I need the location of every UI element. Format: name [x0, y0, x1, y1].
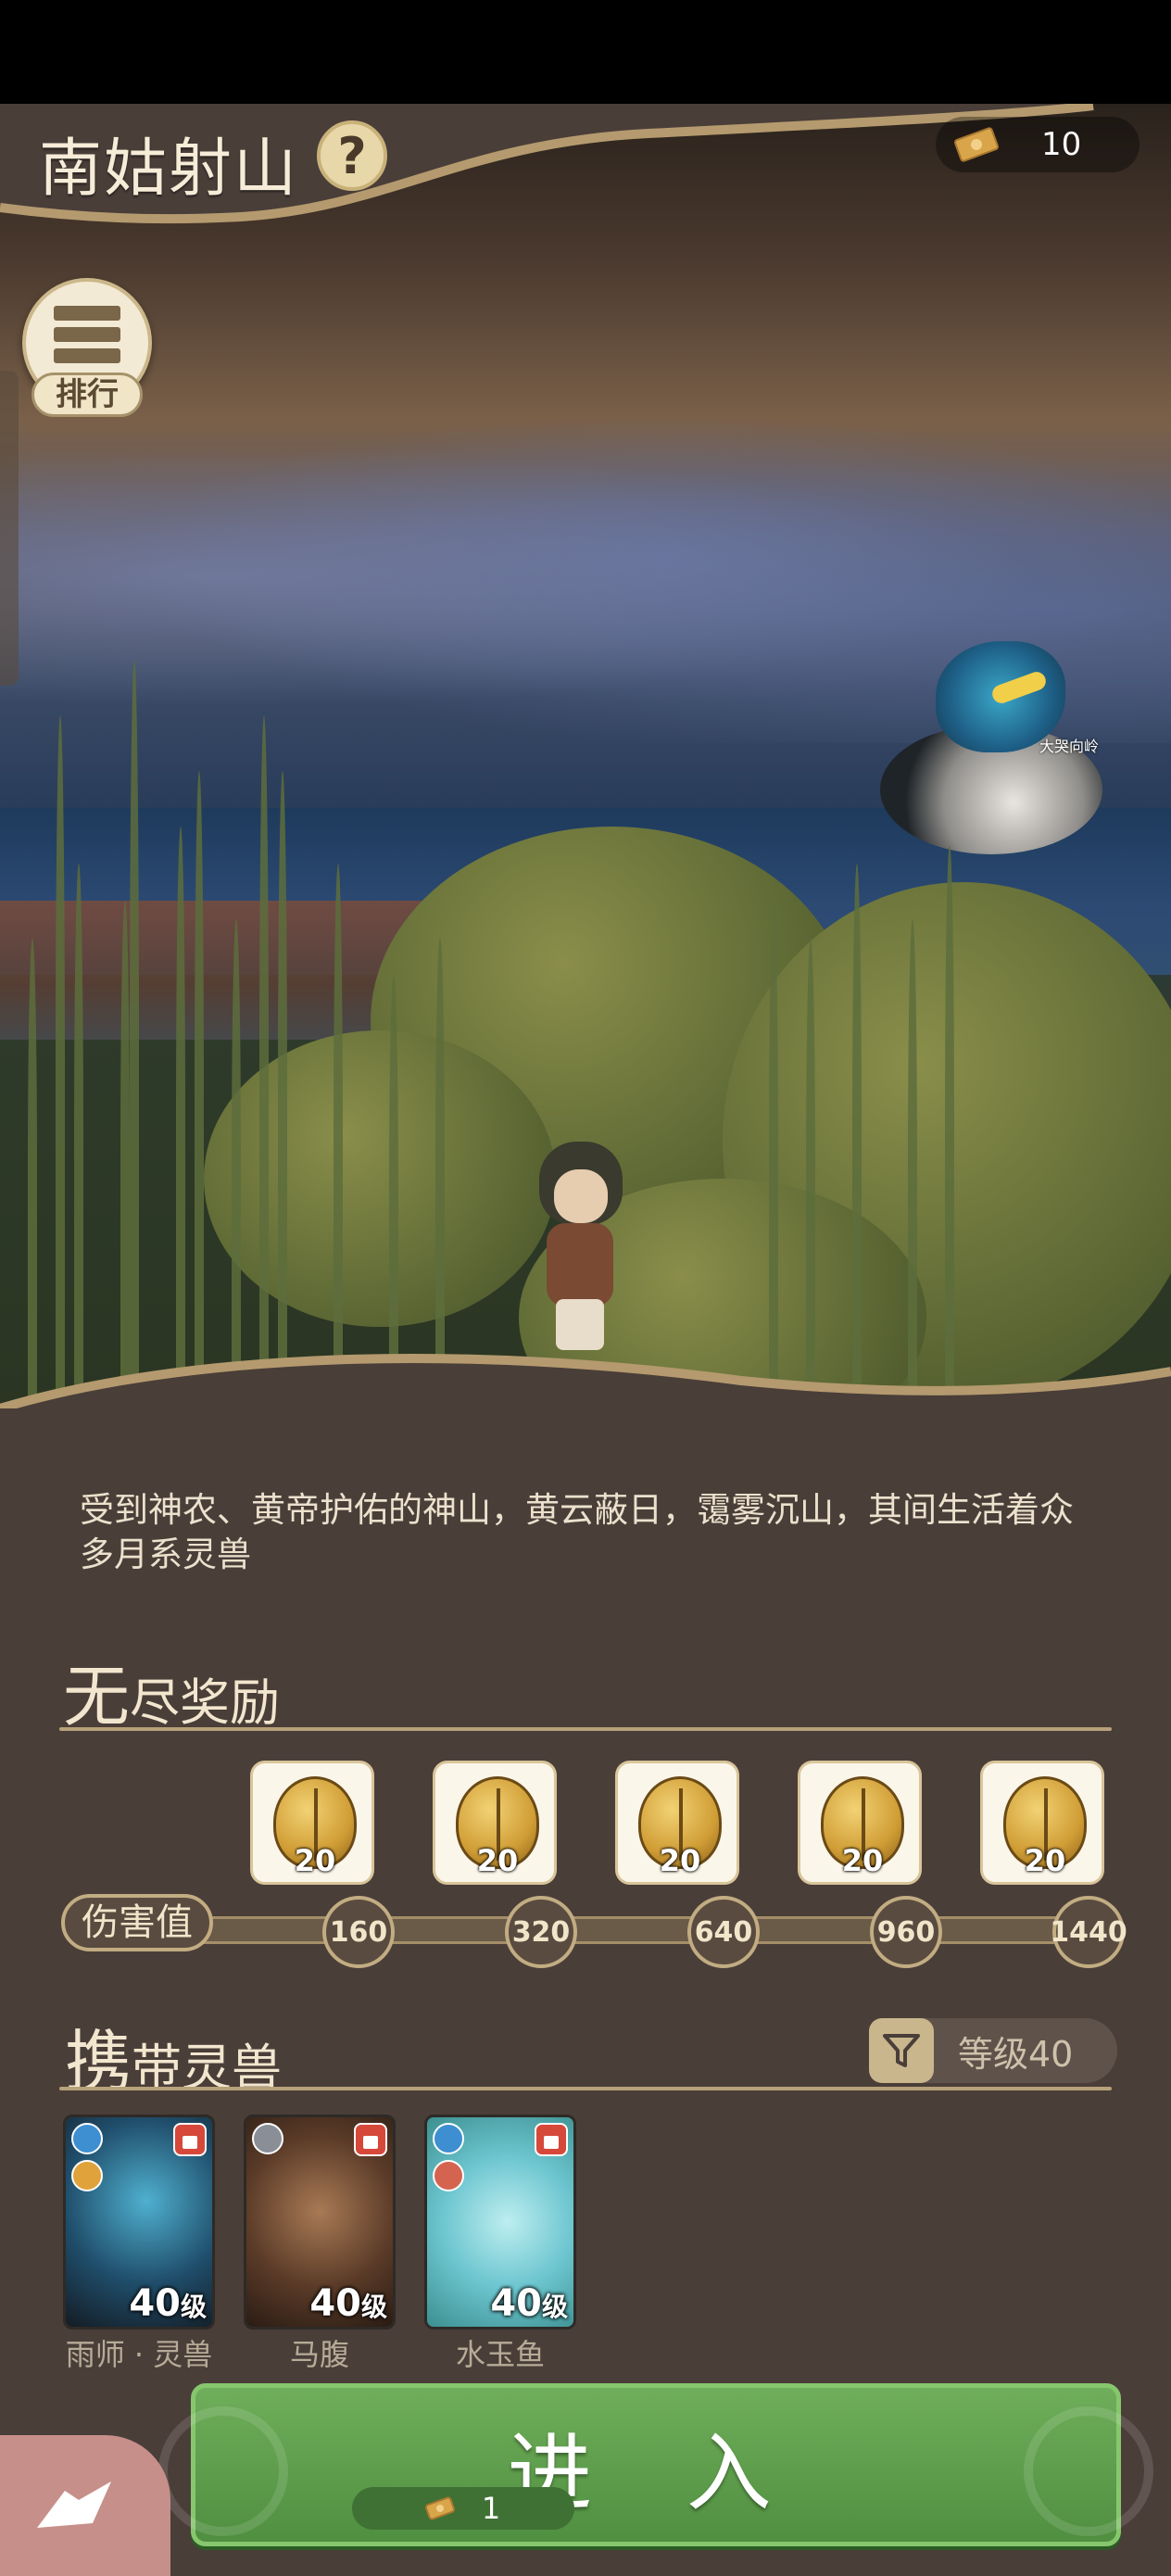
boss-beast[interactable]: 大哭向岭: [825, 641, 1130, 882]
beast-nameplate: 大哭向岭: [1039, 738, 1100, 755]
beast-card[interactable]: 40级: [424, 2115, 576, 2330]
reed: [56, 715, 65, 1420]
milestone-node: 640: [687, 1896, 760, 1968]
quick-action-button[interactable]: [0, 2435, 170, 2576]
reward-item[interactable]: 20: [250, 1761, 374, 1885]
milestone-node: 320: [505, 1896, 577, 1968]
reed: [195, 771, 204, 1420]
filter-label: 等级40: [958, 2033, 1074, 2075]
rank-label: 排行: [31, 373, 143, 417]
reed: [130, 660, 139, 1420]
beast-name: 水玉鱼: [455, 2337, 545, 2372]
rank-button[interactable]: 排行: [22, 278, 152, 426]
slash-icon: [37, 2481, 111, 2528]
side-drawer-tab[interactable]: [0, 371, 19, 686]
page-title: 南姑射山: [39, 133, 299, 206]
milestone-node: 1440: [1050, 1896, 1127, 1968]
tree: [204, 1030, 556, 1327]
reed: [945, 845, 954, 1420]
reward-qty: 20: [294, 1843, 336, 1878]
milestone-node: 160: [322, 1896, 395, 1968]
reed: [176, 827, 185, 1420]
section-divider: [59, 2087, 1112, 2090]
damage-label: 伤害值: [61, 1894, 213, 1951]
lock-icon: [173, 2123, 207, 2156]
status-bar: [0, 0, 1171, 104]
milestone-node: 960: [870, 1896, 942, 1968]
element-badge-icon: [252, 2123, 283, 2154]
reward-qty: 20: [1024, 1843, 1066, 1878]
reward-item[interactable]: 20: [615, 1761, 739, 1885]
help-button[interactable]: ?: [317, 120, 387, 191]
list-icon: [54, 306, 120, 371]
ticket-icon: [423, 2495, 456, 2521]
mountain-description: 受到神农、黄帝护佑的神山，黄云蔽日，霭雾沉山，其间生活着众多月系灵兽: [80, 1490, 1074, 1574]
lock-icon: [535, 2123, 568, 2156]
element-badge-icon: [71, 2123, 103, 2154]
reward-qty: 20: [476, 1843, 519, 1878]
beast-name: 马腹: [289, 2337, 349, 2372]
card-level: 40级: [309, 2282, 387, 2325]
enter-label: 进 入: [507, 2424, 805, 2523]
cost-amount: 1: [481, 2491, 501, 2526]
scene-view: 大哭向岭: [0, 104, 1171, 1420]
enter-button[interactable]: 进 入: [158, 2383, 1153, 2546]
ticket-icon: [952, 126, 1001, 163]
player-character: [519, 1142, 639, 1355]
beast-name: 雨师 · 灵兽: [65, 2337, 213, 2372]
reward-item[interactable]: 20: [433, 1761, 557, 1885]
reward-qty: 20: [659, 1843, 701, 1878]
damage-progress-track: [167, 1916, 1093, 1944]
lightning-icon: [71, 2160, 103, 2191]
level-filter[interactable]: 等级40: [869, 2018, 1117, 2083]
reed: [259, 715, 269, 1420]
section-divider: [59, 1727, 1112, 1731]
beast-card[interactable]: 40级: [63, 2115, 215, 2330]
reward-qty: 20: [841, 1843, 884, 1878]
reward-item[interactable]: 20: [980, 1761, 1104, 1885]
rewards-section-title: 无尽奖励: [63, 1658, 281, 1736]
card-level: 40级: [129, 2282, 207, 2325]
entry-cost: 1: [352, 2487, 574, 2530]
element-badge-icon: [433, 2123, 464, 2154]
fire-icon: [433, 2160, 464, 2191]
beast-card[interactable]: 40级: [244, 2115, 396, 2330]
question-mark-icon: ?: [337, 126, 367, 185]
card-level: 40级: [490, 2282, 568, 2325]
reward-item[interactable]: 20: [798, 1761, 922, 1885]
lock-icon: [354, 2123, 387, 2156]
ticket-count: 10: [1041, 126, 1082, 163]
ticket-counter: 10: [936, 117, 1140, 172]
filter-icon: [869, 2018, 934, 2083]
reed: [278, 771, 287, 1420]
